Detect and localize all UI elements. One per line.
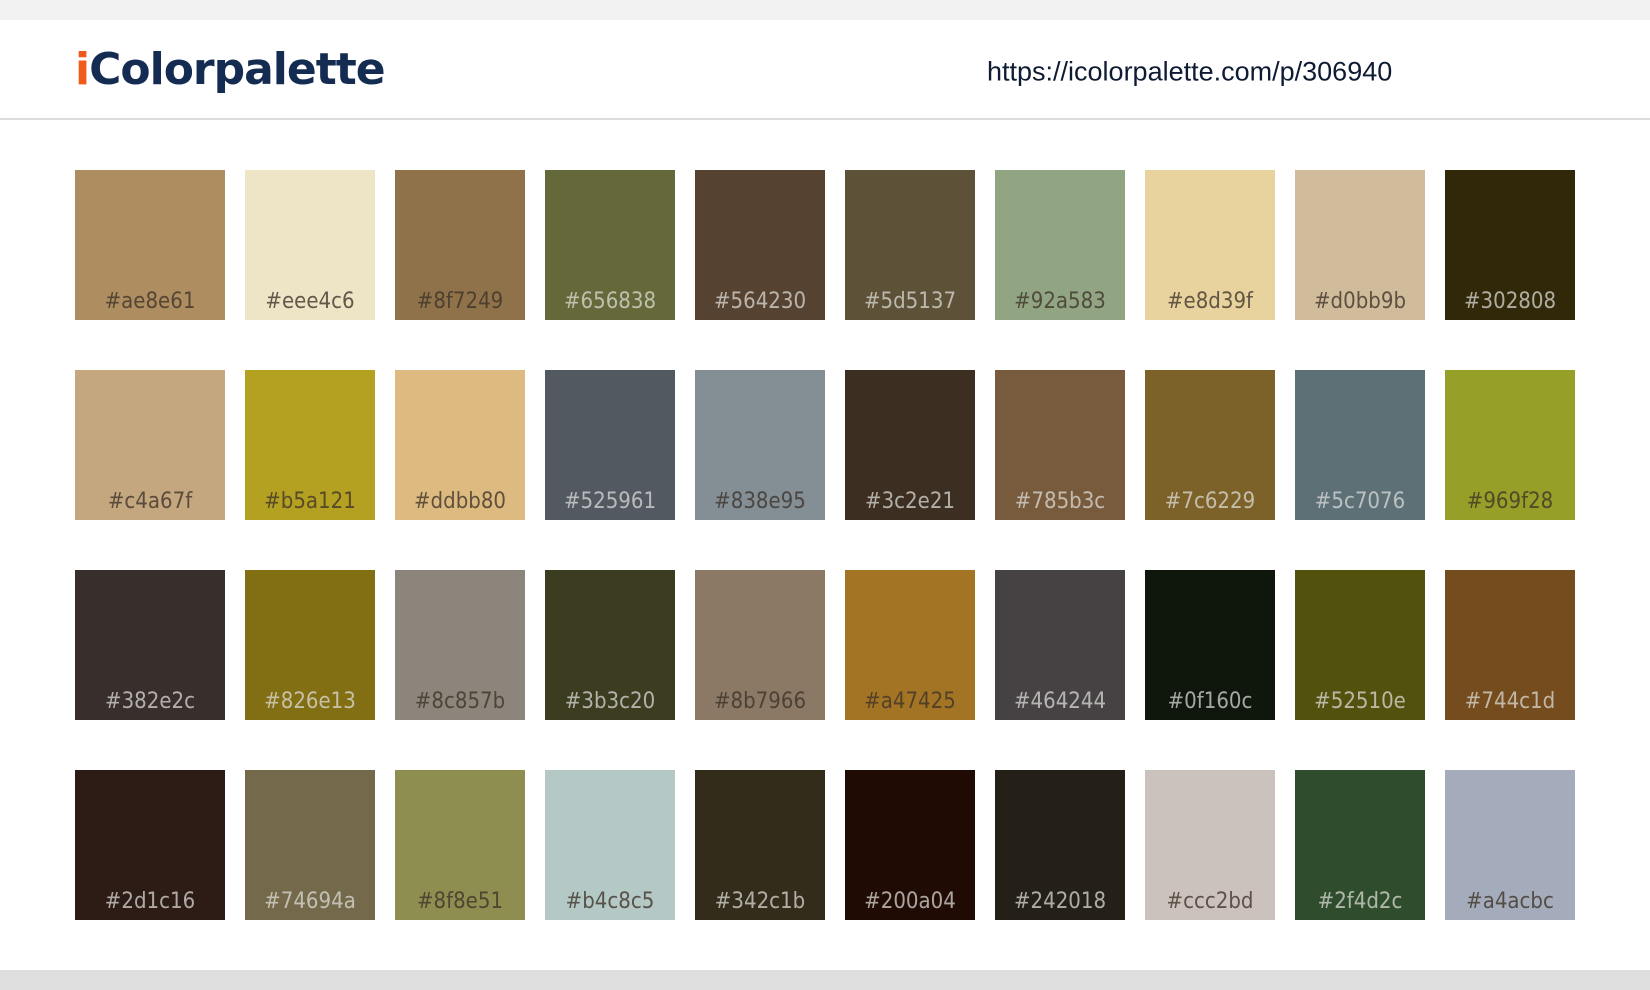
swatch-hex-label: #74694a (264, 889, 356, 914)
color-swatch[interactable]: #52510e (1295, 570, 1425, 720)
color-swatch[interactable]: #342c1b (695, 770, 825, 920)
swatch-hex-label: #744c1d (1464, 689, 1556, 714)
color-swatch[interactable]: #656838 (545, 170, 675, 320)
swatch-hex-label: #a47425 (864, 689, 956, 714)
logo-accent: i (75, 44, 90, 95)
color-swatch[interactable]: #a47425 (845, 570, 975, 720)
swatch-hex-label: #a4acbc (1466, 889, 1554, 914)
color-swatch[interactable]: #464244 (995, 570, 1125, 720)
swatch-hex-label: #826e13 (264, 689, 356, 714)
swatch-hex-label: #785b3c (1014, 489, 1106, 514)
swatch-hex-label: #b5a121 (264, 489, 356, 514)
swatch-hex-label: #8f7249 (416, 289, 504, 314)
swatch-hex-label: #b4c8c5 (565, 889, 655, 914)
color-swatch[interactable]: #92a583 (995, 170, 1125, 320)
color-swatch[interactable]: #ddbb80 (395, 370, 525, 520)
color-swatch[interactable]: #eee4c6 (245, 170, 375, 320)
swatch-hex-label: #2d1c16 (104, 889, 196, 914)
color-swatch[interactable]: #200a04 (845, 770, 975, 920)
color-swatch[interactable]: #826e13 (245, 570, 375, 720)
swatch-hex-label: #564230 (713, 289, 807, 314)
color-swatch[interactable]: #0f160c (1145, 570, 1275, 720)
swatch-hex-label: #464244 (1013, 689, 1107, 714)
color-swatch[interactable]: #7c6229 (1145, 370, 1275, 520)
swatch-hex-label: #c4a67f (107, 489, 193, 514)
swatch-hex-label: #8b7966 (713, 689, 807, 714)
color-swatch[interactable]: #2d1c16 (75, 770, 225, 920)
color-swatch[interactable]: #ccc2bd (1145, 770, 1275, 920)
swatch-hex-label: #8f8e51 (416, 889, 504, 914)
color-swatch[interactable]: #a4acbc (1445, 770, 1575, 920)
swatch-hex-label: #3b3c20 (564, 689, 656, 714)
color-swatch[interactable]: #242018 (995, 770, 1125, 920)
color-swatch[interactable]: #c4a67f (75, 370, 225, 520)
swatch-hex-label: #52510e (1314, 689, 1406, 714)
swatch-hex-label: #ccc2bd (1166, 889, 1254, 914)
swatch-hex-label: #382e2c (104, 689, 195, 714)
color-swatch[interactable]: #785b3c (995, 370, 1125, 520)
swatch-hex-label: #2f4d2c (1317, 889, 1403, 914)
site-logo[interactable]: iColorpalette (75, 42, 386, 98)
color-swatch[interactable]: #744c1d (1445, 570, 1575, 720)
color-swatch[interactable]: #5d5137 (845, 170, 975, 320)
color-swatch[interactable]: #525961 (545, 370, 675, 520)
swatch-hex-label: #342c1b (714, 889, 806, 914)
swatch-hex-label: #7c6229 (1164, 489, 1256, 514)
color-swatch[interactable]: #e8d39f (1145, 170, 1275, 320)
swatch-hex-label: #5c7076 (1314, 489, 1406, 514)
swatch-hex-label: #e8d39f (1166, 289, 1254, 314)
swatch-grid: #ae8e61 #eee4c6 #8f7249 #656838 #564230 #5d51… (0, 120, 1650, 970)
color-swatch[interactable]: #3c2e21 (845, 370, 975, 520)
site-url[interactable]: https://icolorpalette.com/p/306940 (987, 57, 1392, 88)
color-swatch[interactable]: #b4c8c5 (545, 770, 675, 920)
color-swatch[interactable]: #ae8e61 (75, 170, 225, 320)
swatch-hex-label: #d0bb9b (1313, 289, 1407, 314)
swatch-hex-label: #ddbb80 (413, 489, 507, 514)
swatch-hex-label: #525961 (563, 489, 657, 514)
color-swatch[interactable]: #2f4d2c (1295, 770, 1425, 920)
color-swatch[interactable]: #5c7076 (1295, 370, 1425, 520)
color-swatch[interactable]: #382e2c (75, 570, 225, 720)
color-swatch[interactable]: #b5a121 (245, 370, 375, 520)
swatch-hex-label: #8c857b (414, 689, 506, 714)
color-swatch[interactable]: #8f7249 (395, 170, 525, 320)
swatch-hex-label: #200a04 (864, 889, 956, 914)
color-swatch[interactable]: #d0bb9b (1295, 170, 1425, 320)
palette-content: #ae8e61 #eee4c6 #8f7249 #656838 #564230 #5d51… (0, 120, 1650, 970)
header: iColorpalette https://icolorpalette.com/… (0, 20, 1650, 120)
swatch-hex-label: #3c2e21 (864, 489, 955, 514)
swatch-hex-label: #ae8e61 (104, 289, 196, 314)
color-swatch[interactable]: #969f28 (1445, 370, 1575, 520)
swatch-hex-label: #302808 (1463, 289, 1557, 314)
swatch-hex-label: #92a583 (1014, 289, 1106, 314)
swatch-hex-label: #969f28 (1466, 489, 1554, 514)
color-swatch[interactable]: #3b3c20 (545, 570, 675, 720)
color-swatch[interactable]: #838e95 (695, 370, 825, 520)
color-swatch[interactable]: #8c857b (395, 570, 525, 720)
swatch-hex-label: #242018 (1013, 889, 1107, 914)
swatch-hex-label: #838e95 (714, 489, 806, 514)
color-swatch[interactable]: #8f8e51 (395, 770, 525, 920)
footer-strip (0, 970, 1650, 990)
page: iColorpalette https://icolorpalette.com/… (0, 0, 1650, 990)
logo-main: Colorpalette (89, 44, 386, 95)
color-swatch[interactable]: #8b7966 (695, 570, 825, 720)
swatch-hex-label: #eee4c6 (265, 289, 355, 314)
swatch-hex-label: #5d5137 (863, 289, 957, 314)
color-swatch[interactable]: #564230 (695, 170, 825, 320)
swatch-hex-label: #0f160c (1167, 689, 1253, 714)
color-swatch[interactable]: #74694a (245, 770, 375, 920)
color-swatch[interactable]: #302808 (1445, 170, 1575, 320)
swatch-hex-label: #656838 (563, 289, 657, 314)
